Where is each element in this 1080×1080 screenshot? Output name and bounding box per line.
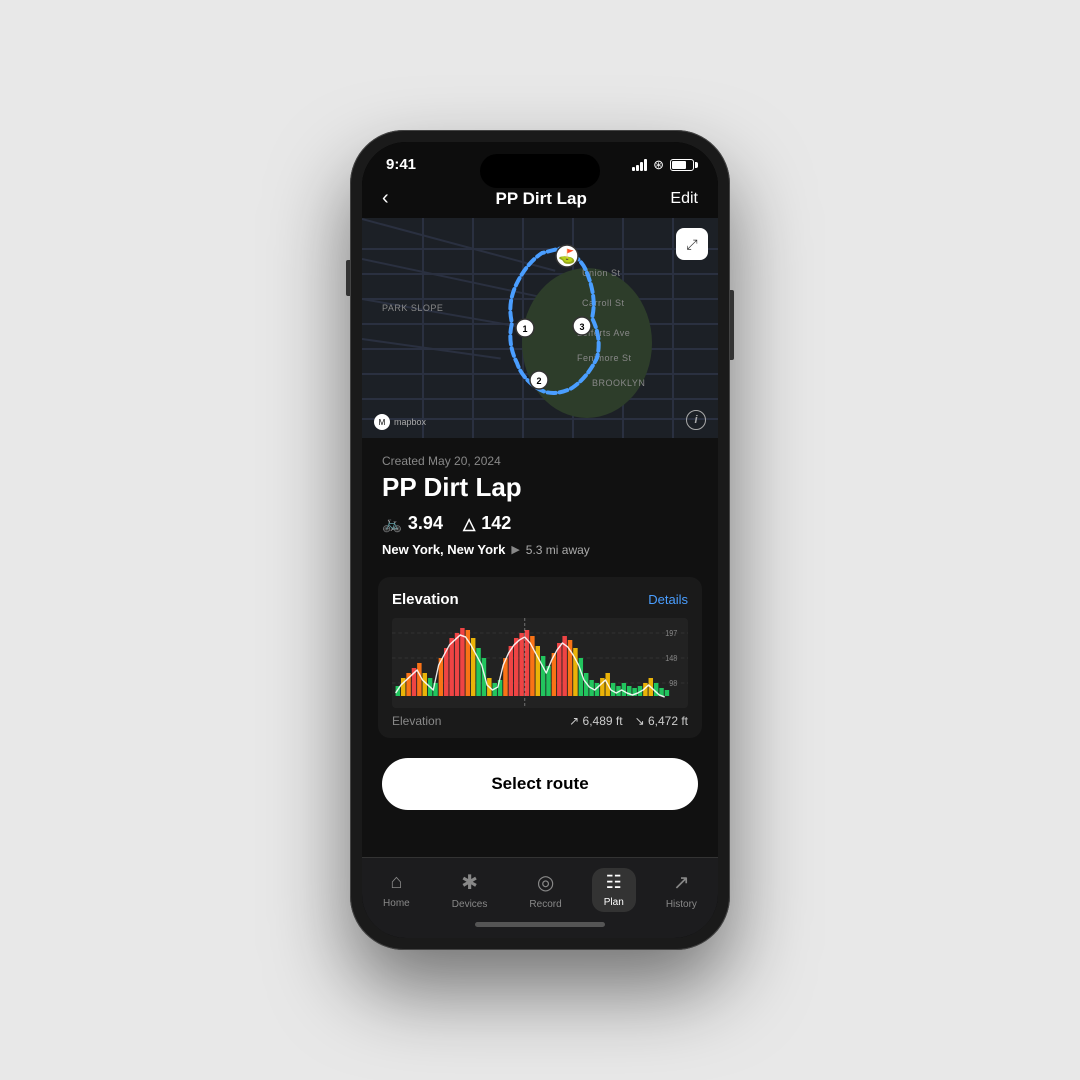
- tab-devices[interactable]: ✱ Devices: [440, 866, 500, 914]
- signal-icon: [632, 159, 647, 171]
- elevation-footer: Elevation ↗ 6,489 ft ↘ 6,472 ft: [392, 714, 688, 728]
- elevation-value: 142: [481, 513, 511, 534]
- created-date: Created May 20, 2024: [382, 454, 698, 468]
- elevation-header: Elevation Details: [392, 591, 688, 608]
- dynamic-island: [480, 154, 600, 188]
- route-overlay: 1 2 3 ⛳: [362, 218, 718, 438]
- map-background: PARK SLOPE BROOKLYN Union St Carroll St …: [362, 218, 718, 438]
- status-icons: ⊛: [632, 157, 694, 173]
- phone-screen: 9:41 ⊛ ‹ PP Dirt Lap Edit: [362, 142, 718, 938]
- map-info-button[interactable]: i: [686, 410, 706, 430]
- svg-text:3: 3: [579, 322, 584, 332]
- elevation-chart: 197 148 98: [392, 618, 688, 708]
- bike-icon: 🚲: [382, 514, 402, 534]
- route-info: Created May 20, 2024 PP Dirt Lap 🚲 3.94 …: [362, 438, 718, 569]
- distance-stat: 🚲 3.94: [382, 513, 443, 534]
- map-expand-button[interactable]: ⤢: [676, 228, 708, 260]
- tab-record-label: Record: [529, 899, 561, 910]
- tab-history[interactable]: ↗ History: [654, 866, 709, 914]
- record-icon: ◎: [537, 870, 554, 895]
- history-icon: ↗: [673, 870, 690, 895]
- svg-text:148: 148: [665, 654, 677, 663]
- select-route-button[interactable]: Select route: [382, 758, 698, 810]
- elevation-footer-label: Elevation: [392, 714, 441, 728]
- distance-value: 3.94: [408, 513, 443, 534]
- home-icon: ⌂: [390, 871, 402, 894]
- tab-plan[interactable]: ☷ Plan: [592, 868, 636, 912]
- chart-svg: 197 148 98: [392, 618, 688, 708]
- tab-home-label: Home: [383, 898, 410, 909]
- tab-items: ⌂ Home ✱ Devices ◎ Record ☷ Plan ↗ His: [362, 866, 718, 914]
- tab-history-label: History: [666, 899, 697, 910]
- map-container[interactable]: PARK SLOPE BROOKLYN Union St Carroll St …: [362, 218, 718, 438]
- tab-plan-label: Plan: [604, 897, 624, 908]
- content-area: Created May 20, 2024 PP Dirt Lap 🚲 3.94 …: [362, 438, 718, 857]
- elevation-ascent: ↗ 6,489 ft: [569, 714, 622, 728]
- route-stats: 🚲 3.94 △ 142: [382, 513, 698, 534]
- tab-home[interactable]: ⌂ Home: [371, 867, 422, 913]
- location-arrow-icon: ▶: [511, 543, 519, 556]
- back-button[interactable]: ‹: [382, 187, 412, 210]
- status-time: 9:41: [386, 156, 416, 173]
- edit-button[interactable]: Edit: [670, 190, 698, 208]
- location-name: New York, New York: [382, 542, 505, 557]
- tab-devices-label: Devices: [452, 899, 488, 910]
- battery-icon: [670, 159, 694, 171]
- svg-text:2: 2: [536, 376, 541, 386]
- mapbox-label: mapbox: [394, 417, 426, 427]
- tab-record[interactable]: ◎ Record: [517, 866, 573, 914]
- elevation-values: ↗ 6,489 ft ↘ 6,472 ft: [569, 714, 688, 728]
- svg-text:1: 1: [522, 324, 527, 334]
- home-bar: [475, 922, 605, 927]
- wifi-icon: ⊛: [653, 157, 664, 173]
- svg-text:98: 98: [669, 679, 677, 688]
- select-route-container: Select route: [362, 750, 718, 826]
- svg-text:⛳: ⛳: [558, 248, 575, 265]
- elevation-details-link[interactable]: Details: [648, 592, 688, 607]
- phone-frame: 9:41 ⊛ ‹ PP Dirt Lap Edit: [350, 130, 730, 950]
- nav-title: PP Dirt Lap: [496, 189, 587, 209]
- triangle-icon: △: [463, 514, 475, 534]
- elevation-stat: △ 142: [463, 513, 511, 534]
- plan-icon: ☷: [606, 872, 622, 893]
- location-distance: 5.3 mi away: [526, 543, 590, 557]
- svg-text:197: 197: [665, 629, 677, 638]
- home-indicator: [362, 914, 718, 934]
- elevation-section: Elevation Details 197 148: [378, 577, 702, 738]
- elevation-descent: ↘ 6,472 ft: [635, 714, 688, 728]
- mapbox-watermark: M mapbox: [374, 414, 426, 430]
- route-name: PP Dirt Lap: [382, 472, 698, 503]
- route-location: New York, New York ▶ 5.3 mi away: [382, 542, 698, 557]
- tab-bar: ⌂ Home ✱ Devices ◎ Record ☷ Plan ↗ His: [362, 857, 718, 938]
- bluetooth-icon: ✱: [461, 870, 478, 895]
- elevation-title: Elevation: [392, 591, 459, 608]
